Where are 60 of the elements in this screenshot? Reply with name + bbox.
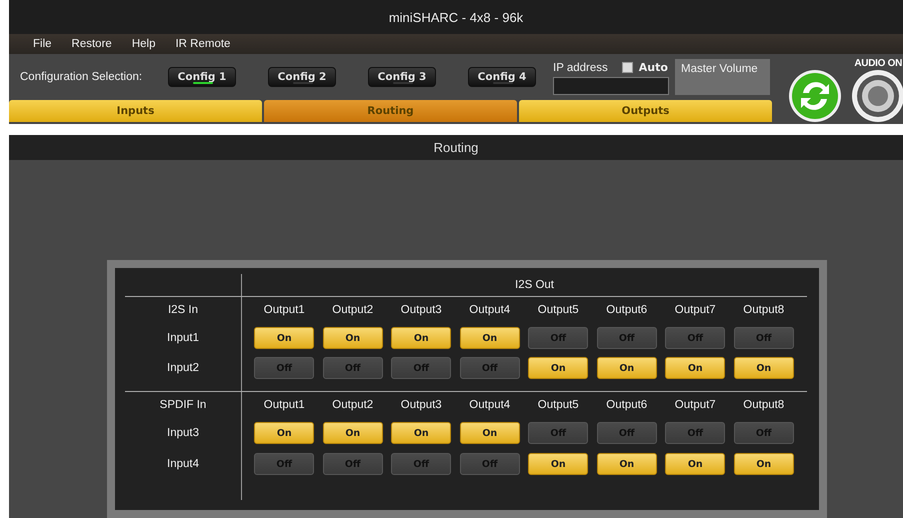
output-header: Output6 <box>606 304 648 316</box>
master-volume-panel: Master Volume <box>675 59 770 95</box>
output-header: Output2 <box>332 399 374 411</box>
output-header: Output6 <box>606 399 648 411</box>
output-header: Output3 <box>400 399 442 411</box>
routing-toggle[interactable]: On <box>254 422 314 444</box>
input-label: Input4 <box>167 458 199 470</box>
column-group-header: I2S Out <box>515 279 554 291</box>
output-header: Output3 <box>400 304 442 316</box>
routing-toggle[interactable]: On <box>734 453 794 475</box>
tab[interactable]: Inputs <box>9 100 262 122</box>
config-button[interactable]: Config 4 <box>468 67 536 87</box>
routing-toggle[interactable]: On <box>596 453 657 475</box>
auto-checkbox[interactable] <box>622 62 633 73</box>
config-button[interactable]: Config 1 <box>168 67 236 87</box>
configuration-label: Configuration Selection: <box>20 71 144 83</box>
routing-toggle[interactable]: On <box>322 422 383 444</box>
output-header: Output8 <box>743 399 784 411</box>
routing-toggle[interactable]: On <box>391 327 452 349</box>
output-header: Output7 <box>674 304 716 316</box>
routing-toggle[interactable]: On <box>665 357 726 379</box>
routing-toggle[interactable]: On <box>322 327 383 349</box>
output-header: Output8 <box>743 304 784 316</box>
menu-item[interactable]: File <box>23 38 62 50</box>
routing-toggle[interactable]: On <box>460 327 520 349</box>
window-title: miniSHARC - 4x8 - 96k <box>388 10 524 24</box>
input-label: Input3 <box>167 427 199 439</box>
auto-label: Auto <box>638 61 668 74</box>
menu-item[interactable]: Restore <box>62 38 122 50</box>
config-button[interactable]: Config 3 <box>368 67 436 87</box>
output-header: Output5 <box>538 399 579 411</box>
menu-item[interactable]: IR Remote <box>165 38 240 50</box>
speaker-icon[interactable] <box>851 69 903 123</box>
output-header: Output1 <box>264 304 305 316</box>
routing-toggle[interactable]: On <box>528 357 588 379</box>
config-button[interactable]: Config 2 <box>268 67 336 87</box>
input-group-header: I2S In <box>168 304 198 316</box>
routing-toggle[interactable]: On <box>665 453 726 475</box>
input-group-header: SPDIF In <box>160 399 206 411</box>
output-header: Output4 <box>469 399 510 411</box>
routing-toggle[interactable]: On <box>460 422 520 444</box>
output-header: Output4 <box>469 304 510 316</box>
refresh-icon[interactable] <box>787 69 843 123</box>
output-header: Output7 <box>674 399 716 411</box>
routing-toggle[interactable]: On <box>528 453 588 475</box>
output-header: Output5 <box>538 304 579 316</box>
tab[interactable]: Outputs <box>519 100 772 122</box>
input-label: Input2 <box>167 362 199 374</box>
output-header: Output1 <box>264 399 305 411</box>
ip-address-field[interactable] <box>553 77 669 95</box>
section-title: Routing <box>434 140 478 155</box>
routing-toggle[interactable]: On <box>254 327 314 349</box>
routing-toggle[interactable]: On <box>596 357 657 379</box>
audio-on-label: AUDIO ON <box>854 58 902 69</box>
routing-toggle[interactable]: On <box>734 357 794 379</box>
ip-address-label: IP address <box>553 62 608 74</box>
output-header: Output2 <box>332 304 374 316</box>
routing-toggle[interactable]: On <box>391 422 452 444</box>
input-label: Input1 <box>167 332 199 344</box>
menu-item[interactable]: Help <box>122 38 166 50</box>
